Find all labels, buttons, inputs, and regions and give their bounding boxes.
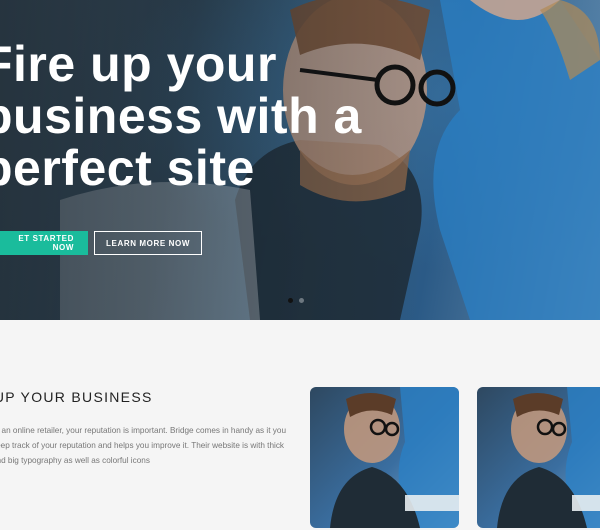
learn-more-button[interactable]: LEARN MORE NOW: [94, 231, 202, 255]
hero-title-line: Fire up your: [0, 36, 277, 92]
slider-dot-2[interactable]: [299, 298, 304, 303]
slider-pagination: [288, 298, 304, 303]
slider-dot-1[interactable]: [288, 298, 293, 303]
hero-title: Fire up your business with a perfect sit…: [0, 38, 362, 194]
section-description: re an online retailer, your reputation i…: [0, 426, 286, 465]
gallery-image-2[interactable]: [477, 387, 600, 528]
gallery-image-1[interactable]: [310, 387, 459, 528]
hero-title-line: perfect site: [0, 140, 255, 196]
hero-banner: Fire up your business with a perfect sit…: [0, 0, 600, 320]
get-started-button[interactable]: ET STARTED NOW: [0, 231, 88, 255]
hero-title-line: business with a: [0, 88, 362, 144]
section-title: E UP YOUR BUSINESS: [0, 389, 153, 405]
hero-cta-group: ET STARTED NOW LEARN MORE NOW: [0, 231, 202, 255]
